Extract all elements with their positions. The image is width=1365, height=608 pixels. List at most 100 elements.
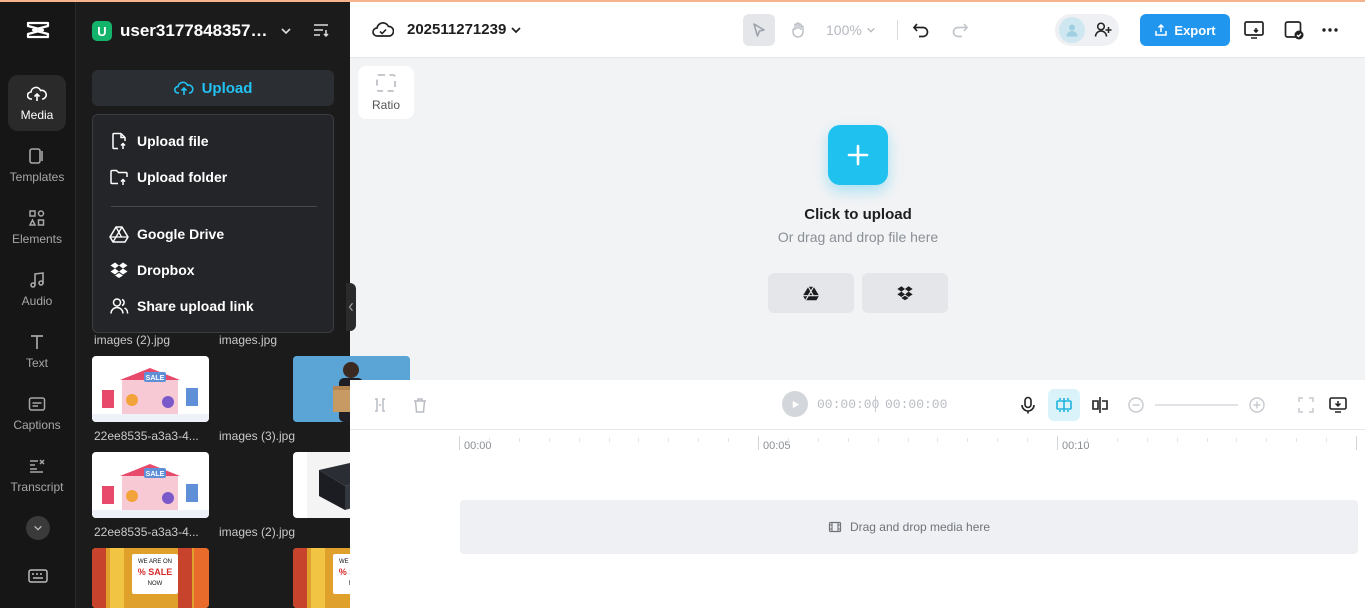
workspace-switcher[interactable]: U user3177848357610 (92, 18, 336, 44)
collaborators-group[interactable] (1055, 14, 1119, 46)
avatar[interactable] (1059, 17, 1085, 43)
sale-banner-line1: WE ARE ON (138, 559, 172, 565)
media-thumbnail-clothing-sale[interactable]: WE ARE ON % SALE NOW (92, 548, 209, 608)
export-button[interactable]: Export (1140, 14, 1230, 46)
ruler-minor-tick (1086, 438, 1088, 442)
capcut-logo-icon[interactable] (24, 16, 52, 44)
nav-label: Captions (13, 418, 61, 432)
sale-sign-text: SALE (146, 375, 165, 382)
zoom-level[interactable]: 100% (826, 22, 862, 38)
time-divider (875, 396, 876, 412)
ruler-minor-tick (728, 438, 730, 442)
menu-item-label: Dropbox (137, 262, 195, 278)
chevron-left-icon (348, 302, 353, 312)
trash-icon[interactable] (411, 396, 429, 414)
panel-options-button[interactable] (312, 22, 330, 38)
add-user-icon[interactable] (1093, 20, 1113, 40)
zoom-in-icon[interactable] (1248, 396, 1266, 414)
timeline: 00:00 00:05 00:10 Drag and drop media he… (350, 430, 1365, 608)
chevron-down-icon[interactable] (510, 24, 522, 36)
nav-templates[interactable]: Templates (8, 137, 66, 193)
preview-screen-icon[interactable] (1328, 395, 1348, 415)
nav-captions[interactable]: Captions (8, 385, 66, 441)
menu-item-upload-folder[interactable]: Upload folder (109, 165, 227, 189)
ruler-tick (1057, 436, 1058, 450)
chevron-down-icon[interactable] (866, 25, 876, 35)
menu-item-google-drive[interactable]: Google Drive (109, 222, 224, 246)
more-options-icon[interactable] (1319, 19, 1341, 41)
dropbox-button[interactable] (862, 273, 948, 313)
folder-upload-icon (110, 169, 128, 185)
nav-audio[interactable]: Audio (8, 261, 66, 317)
ruler-minor-tick (1236, 438, 1238, 442)
ratio-frame-icon (376, 73, 396, 92)
more-nav-button[interactable] (26, 516, 50, 540)
media-label: images.jpg (219, 333, 278, 347)
aspect-ratio-button[interactable]: Ratio (358, 66, 414, 119)
current-time: 00:00:00 (817, 397, 880, 412)
users-icon (110, 298, 129, 314)
ruler-label: 00:05 (763, 440, 791, 452)
top-accent-line (0, 0, 1365, 2)
google-drive-button[interactable] (768, 273, 854, 313)
snap-toggle-button[interactable] (1048, 389, 1080, 421)
total-time: 00:00:00 (885, 397, 948, 412)
undo-icon[interactable] (911, 20, 931, 40)
ruler-tick (459, 436, 460, 450)
fit-timeline-icon[interactable] (1297, 396, 1315, 414)
nav-transcript[interactable]: Transcript (8, 447, 66, 503)
cloud-sync-icon[interactable] (372, 20, 394, 40)
ruler-minor-tick (967, 438, 969, 442)
menu-item-upload-file[interactable]: Upload file (109, 129, 209, 153)
review-shield-icon[interactable] (1283, 19, 1305, 41)
redo-icon[interactable] (950, 20, 970, 40)
click-to-upload-text[interactable]: Click to upload (700, 206, 1016, 223)
dropbox-icon (110, 262, 128, 278)
add-media-button[interactable] (828, 125, 888, 185)
ratio-label: Ratio (371, 97, 400, 112)
ruler-minor-tick (877, 438, 879, 442)
menu-item-share-upload-link[interactable]: Share upload link (109, 294, 254, 318)
upload-button[interactable]: Upload (92, 70, 334, 106)
nav-elements[interactable]: Elements (8, 199, 66, 255)
sort-lines-icon (314, 24, 329, 38)
play-button[interactable] (782, 391, 808, 417)
nav-media[interactable]: Media (8, 75, 66, 131)
present-screen-icon[interactable] (1243, 19, 1265, 41)
media-drop-zone[interactable]: Drag and drop media here (460, 500, 1358, 554)
menu-item-dropbox[interactable]: Dropbox (109, 258, 195, 282)
upload-dropdown-menu: Upload file Upload folder Google Drive D… (92, 114, 334, 333)
project-name[interactable]: 202511271239 (407, 21, 506, 38)
split-icon[interactable] (1090, 395, 1110, 415)
ruler-minor-tick (907, 438, 909, 442)
keyboard-shortcuts-button[interactable] (27, 567, 49, 585)
user-icon (1066, 24, 1078, 37)
editor-top-bar: 202511271239 100% Export (350, 2, 1365, 58)
ruler-minor-tick (518, 438, 520, 442)
nav-text[interactable]: Text (8, 323, 66, 379)
export-label: Export (1174, 22, 1216, 38)
nav-label: Elements (11, 232, 63, 246)
film-icon (828, 521, 842, 533)
media-thumbnail-sale-illustration[interactable]: SALE (92, 356, 209, 422)
upload-label: Upload (201, 79, 253, 97)
media-label: 22ee8535-a3a3-4... (94, 429, 199, 443)
left-nav-rail: Media Templates Elements Audio Text Capt… (0, 0, 76, 608)
collapse-panel-handle[interactable] (346, 283, 356, 331)
trim-icon[interactable] (371, 396, 389, 414)
media-thumbnail-sale-illustration[interactable]: SALE (92, 452, 209, 518)
nav-label: Templates (9, 170, 65, 184)
keyboard-icon (28, 569, 48, 583)
hand-tool-button[interactable] (782, 14, 814, 46)
zoom-out-icon[interactable] (1127, 396, 1145, 414)
captions-icon (28, 397, 46, 411)
google-drive-icon (802, 286, 820, 301)
ruler-label: 00:00 (464, 440, 492, 452)
pointer-icon (753, 23, 765, 37)
magnet-snap-icon (1056, 398, 1072, 412)
timeline-zoom-slider[interactable] (1155, 404, 1238, 406)
ruler-minor-tick (1326, 438, 1328, 442)
select-tool-button[interactable] (743, 14, 775, 46)
microphone-icon[interactable] (1018, 395, 1038, 415)
avatar: U (92, 21, 112, 41)
